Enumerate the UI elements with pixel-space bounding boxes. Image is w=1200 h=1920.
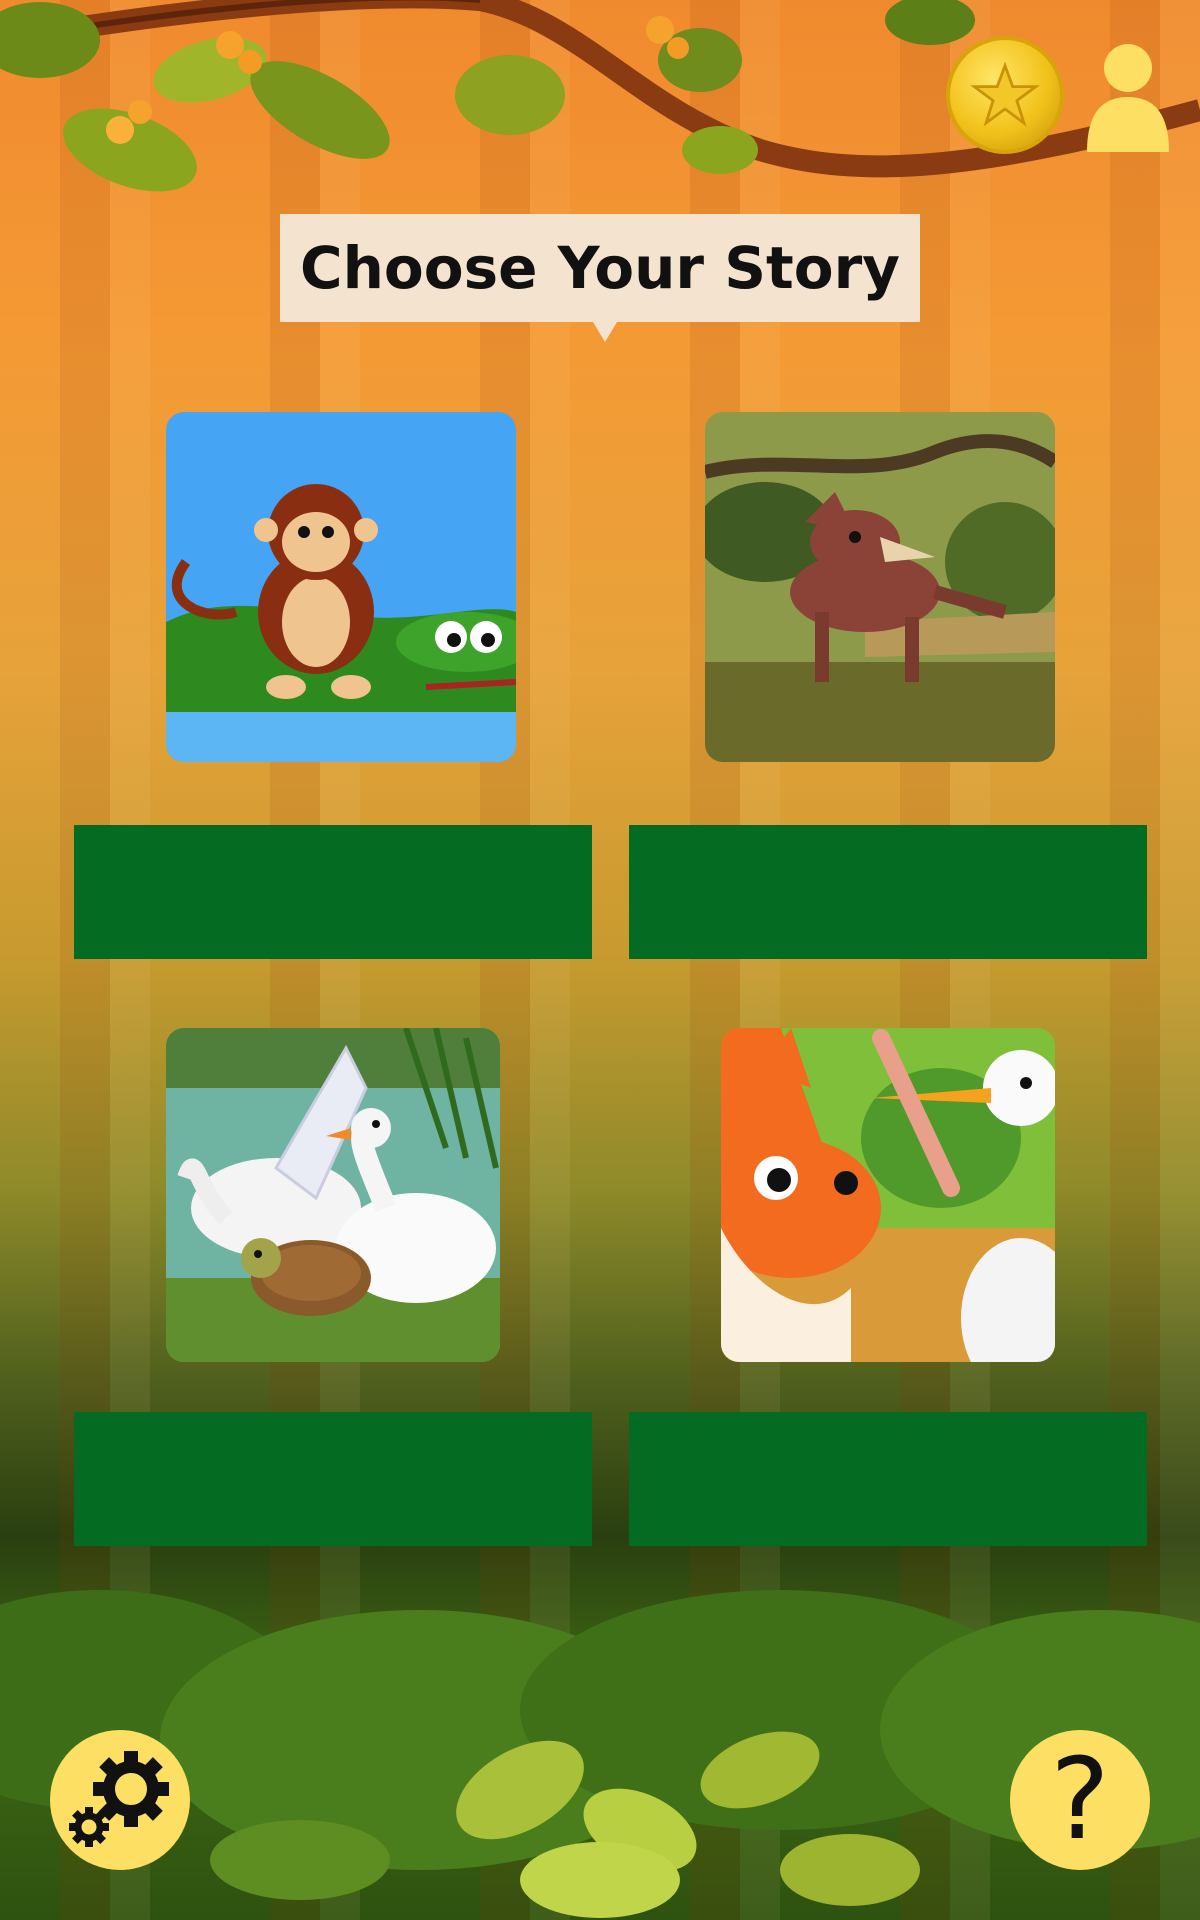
fox-stork-illustration xyxy=(721,1028,1055,1362)
star-coin-icon[interactable] xyxy=(946,36,1064,154)
title-banner: Choose Your Story xyxy=(280,214,920,342)
story-card-fox-forest[interactable] xyxy=(705,412,1055,762)
jungle-foliage xyxy=(0,1590,1200,1918)
story-card-monkey-crocodile[interactable] xyxy=(166,412,516,762)
page-title: Choose Your Story xyxy=(300,234,900,302)
story-title-bar-4[interactable] xyxy=(629,1412,1147,1546)
star-icon xyxy=(970,61,1040,127)
story-card-fox-stork[interactable] xyxy=(721,1028,1055,1362)
story-title-bar-1[interactable] xyxy=(74,825,592,959)
story-title-bar-3[interactable] xyxy=(74,1412,592,1546)
story-card-swans-tortoise[interactable] xyxy=(166,1028,500,1362)
help-button[interactable]: ? xyxy=(1010,1730,1150,1870)
story-title-bar-2[interactable] xyxy=(629,825,1147,959)
monkey-crocodile-illustration xyxy=(166,412,516,762)
fox-forest-illustration xyxy=(705,412,1055,762)
question-mark-icon: ? xyxy=(1050,1735,1110,1865)
settings-button[interactable] xyxy=(50,1730,190,1870)
swans-tortoise-illustration xyxy=(166,1028,500,1362)
gear-icon xyxy=(69,1751,169,1847)
user-icon[interactable] xyxy=(1082,36,1174,154)
